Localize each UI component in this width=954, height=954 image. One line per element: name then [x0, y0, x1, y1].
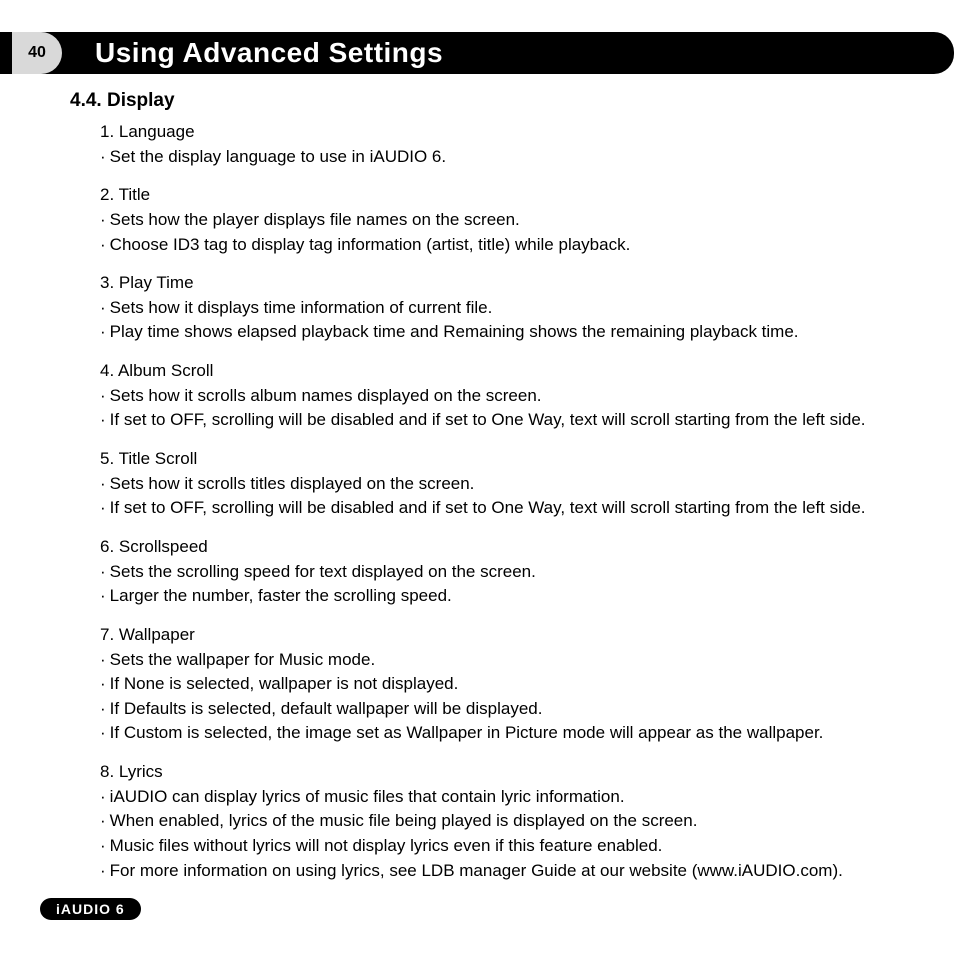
bullet-text: If Custom is selected, the image set as … [110, 721, 824, 746]
bullet-text: Choose ID3 tag to display tag informatio… [110, 233, 631, 258]
item-block: 6. Scrollspeed·Sets the scrolling speed … [100, 535, 914, 609]
bullet-line: ·Sets how it scrolls album names display… [100, 384, 914, 409]
bullet-dot-icon: · [100, 296, 106, 321]
item-title: 7. Wallpaper [100, 623, 914, 648]
bullet-dot-icon: · [100, 233, 106, 258]
bullet-dot-icon: · [100, 496, 106, 521]
item-block: 2. Title·Sets how the player displays fi… [100, 183, 914, 257]
bullet-line: ·iAUDIO can display lyrics of music file… [100, 785, 914, 810]
bullet-text: Sets the wallpaper for Music mode. [110, 648, 376, 673]
page-number: 40 [28, 44, 46, 62]
bullet-text: Sets how it scrolls titles displayed on … [110, 472, 475, 497]
bullet-text: When enabled, lyrics of the music file b… [110, 809, 698, 834]
item-block: 1. Language·Set the display language to … [100, 120, 914, 169]
bullet-dot-icon: · [100, 408, 106, 433]
bullet-text: Larger the number, faster the scrolling … [110, 584, 452, 609]
header-title: Using Advanced Settings [95, 37, 443, 69]
item-block: 5. Title Scroll·Sets how it scrolls titl… [100, 447, 914, 521]
item-title: 3. Play Time [100, 271, 914, 296]
item-block: 7. Wallpaper·Sets the wallpaper for Musi… [100, 623, 914, 746]
bullet-dot-icon: · [100, 785, 106, 810]
bullet-line: ·Sets how the player displays file names… [100, 208, 914, 233]
bullet-dot-icon: · [100, 648, 106, 673]
item-title: 6. Scrollspeed [100, 535, 914, 560]
bullet-text: Music files without lyrics will not disp… [110, 834, 663, 859]
bullet-line: ·If set to OFF, scrolling will be disabl… [100, 408, 914, 433]
bullet-text: If None is selected, wallpaper is not di… [110, 672, 459, 697]
bullet-line: ·If Defaults is selected, default wallpa… [100, 697, 914, 722]
footer-badge: iAUDIO 6 [40, 898, 141, 920]
bullet-line: ·Sets the wallpaper for Music mode. [100, 648, 914, 673]
bullet-dot-icon: · [100, 145, 106, 170]
bullet-text: Sets how it scrolls album names displaye… [110, 384, 542, 409]
bullet-text: If Defaults is selected, default wallpap… [110, 697, 543, 722]
items-container: 1. Language·Set the display language to … [70, 120, 914, 883]
bullet-line: ·If Custom is selected, the image set as… [100, 721, 914, 746]
bullet-text: For more information on using lyrics, se… [110, 859, 843, 884]
item-title: 2. Title [100, 183, 914, 208]
bullet-text: iAUDIO can display lyrics of music files… [110, 785, 625, 810]
bullet-dot-icon: · [100, 809, 106, 834]
bullet-line: ·Play time shows elapsed playback time a… [100, 320, 914, 345]
bullet-dot-icon: · [100, 672, 106, 697]
bullet-line: ·Larger the number, faster the scrolling… [100, 584, 914, 609]
bullet-text: Set the display language to use in iAUDI… [110, 145, 446, 170]
bullet-dot-icon: · [100, 584, 106, 609]
bullet-dot-icon: · [100, 697, 106, 722]
bullet-line: ·Sets the scrolling speed for text displ… [100, 560, 914, 585]
item-title: 4. Album Scroll [100, 359, 914, 384]
bullet-line: ·For more information on using lyrics, s… [100, 859, 914, 884]
bullet-dot-icon: · [100, 320, 106, 345]
bullet-text: Play time shows elapsed playback time an… [110, 320, 799, 345]
item-block: 3. Play Time·Sets how it displays time i… [100, 271, 914, 345]
bullet-dot-icon: · [100, 859, 106, 884]
bullet-line: ·Sets how it scrolls titles displayed on… [100, 472, 914, 497]
item-title: 1. Language [100, 120, 914, 145]
bullet-dot-icon: · [100, 721, 106, 746]
section-heading: 4.4. Display [70, 90, 914, 112]
header-bar: Using Advanced Settings [0, 32, 954, 74]
bullet-dot-icon: · [100, 560, 106, 585]
footer-label: iAUDIO 6 [56, 901, 125, 917]
bullet-text: Sets how the player displays file names … [110, 208, 520, 233]
bullet-text: If set to OFF, scrolling will be disable… [110, 496, 866, 521]
bullet-dot-icon: · [100, 472, 106, 497]
page-number-badge: 40 [12, 32, 62, 74]
bullet-line: ·Sets how it displays time information o… [100, 296, 914, 321]
bullet-line: ·Choose ID3 tag to display tag informati… [100, 233, 914, 258]
content-area: 4.4. Display 1. Language·Set the display… [70, 90, 914, 897]
bullet-line: ·Set the display language to use in iAUD… [100, 145, 914, 170]
item-block: 4. Album Scroll·Sets how it scrolls albu… [100, 359, 914, 433]
bullet-line: ·When enabled, lyrics of the music file … [100, 809, 914, 834]
bullet-line: ·If set to OFF, scrolling will be disabl… [100, 496, 914, 521]
bullet-text: Sets how it displays time information of… [110, 296, 493, 321]
item-title: 5. Title Scroll [100, 447, 914, 472]
bullet-line: ·Music files without lyrics will not dis… [100, 834, 914, 859]
bullet-text: Sets the scrolling speed for text displa… [110, 560, 536, 585]
bullet-line: ·If None is selected, wallpaper is not d… [100, 672, 914, 697]
bullet-dot-icon: · [100, 834, 106, 859]
item-block: 8. Lyrics·iAUDIO can display lyrics of m… [100, 760, 914, 883]
bullet-dot-icon: · [100, 208, 106, 233]
item-title: 8. Lyrics [100, 760, 914, 785]
bullet-text: If set to OFF, scrolling will be disable… [110, 408, 866, 433]
bullet-dot-icon: · [100, 384, 106, 409]
